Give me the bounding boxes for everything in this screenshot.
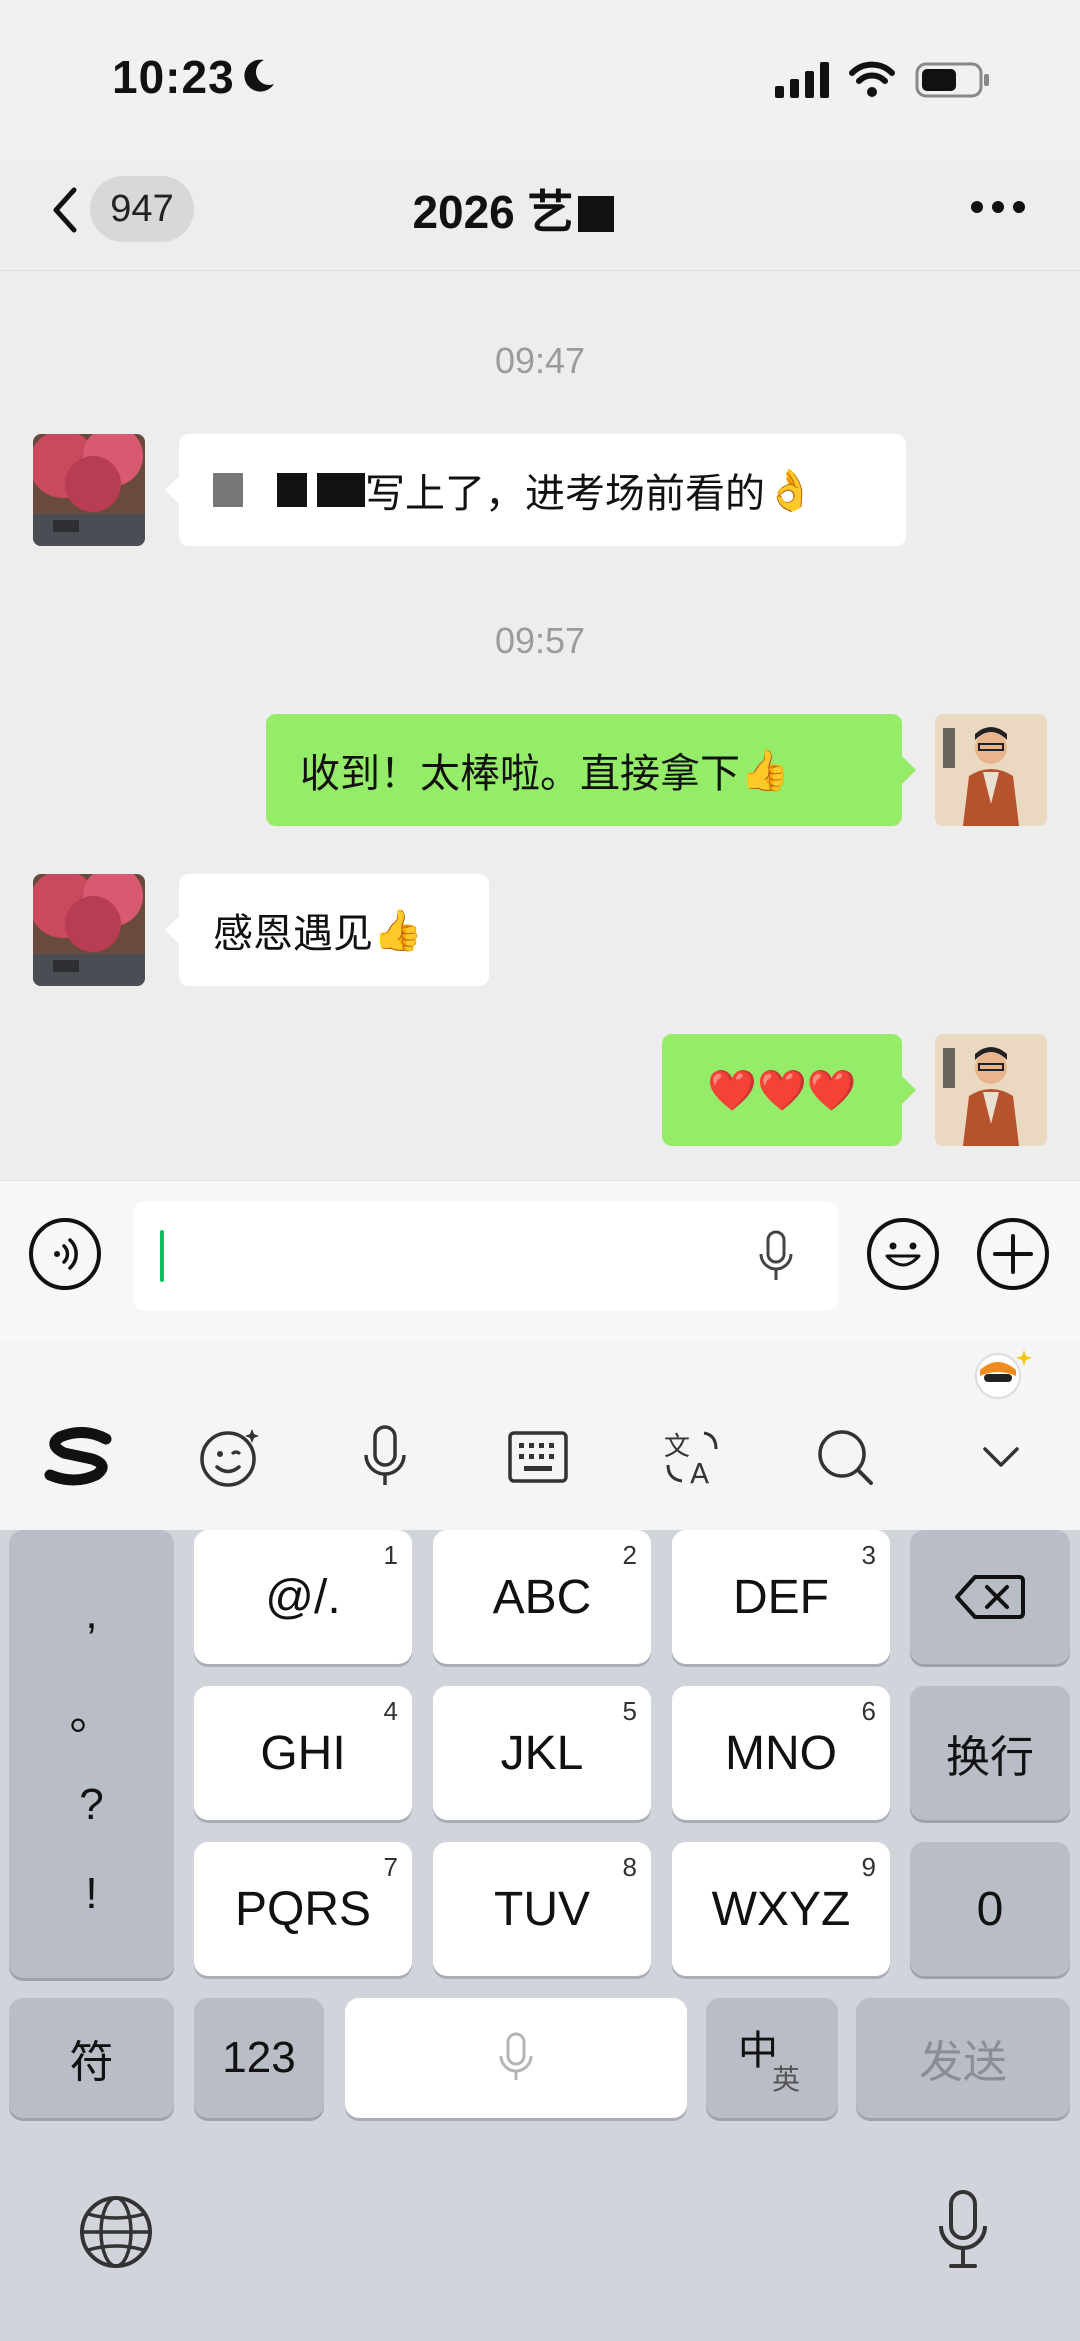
chat-title: 2026 艺 xyxy=(0,176,1080,242)
voice-input-icon[interactable] xyxy=(350,1422,420,1492)
ok-hand-emoji: 👌 xyxy=(765,468,815,513)
key-number: 1 xyxy=(383,1540,398,1570)
key-9[interactable]: WXYZ 9 xyxy=(672,1842,890,1976)
send-key[interactable]: 发送 xyxy=(856,1998,1070,2118)
svg-text:A: A xyxy=(690,1457,709,1489)
hearts-emoji: ❤️❤️❤️ xyxy=(707,1068,857,1113)
key-2[interactable]: ABC 2 xyxy=(433,1530,651,1664)
bubble-tail xyxy=(902,756,916,784)
key-7[interactable]: PQRS 7 xyxy=(194,1842,412,1976)
message-bubble-incoming[interactable]: 感恩遇见 👍 xyxy=(179,874,489,986)
key-number: 8 xyxy=(622,1852,637,1882)
punct-key-comma[interactable]: , xyxy=(85,1589,97,1639)
key-label: @/. xyxy=(265,1570,341,1624)
punct-key-exclaim[interactable]: ! xyxy=(85,1869,97,1919)
key-number: 6 xyxy=(861,1696,876,1726)
text-caret xyxy=(160,1230,164,1282)
numbers-key[interactable]: 123 xyxy=(194,1998,324,2118)
key-4[interactable]: GHI 4 xyxy=(194,1686,412,1820)
contact-avatar[interactable] xyxy=(33,434,145,546)
focus-moon-icon xyxy=(238,56,278,106)
key-number: 4 xyxy=(383,1696,398,1726)
key-label: DEF xyxy=(733,1570,829,1624)
key-label: JKL xyxy=(500,1726,584,1780)
contact-avatar[interactable] xyxy=(33,874,145,986)
redaction-block xyxy=(317,473,365,507)
key-3[interactable]: DEF 3 xyxy=(672,1530,890,1664)
translate-icon[interactable]: 文 A xyxy=(657,1422,727,1492)
thumbs-up-emoji: 👍 xyxy=(740,748,790,793)
message-bubble-incoming[interactable]: 写上了，进考场前看的 👌 xyxy=(179,434,906,546)
add-attachment-icon[interactable] xyxy=(977,1218,1049,1290)
message-timestamp: 09:57 xyxy=(494,620,586,661)
key-1[interactable]: @/. 1 xyxy=(194,1530,412,1664)
bubble-tail xyxy=(902,1076,916,1104)
collapse-keyboard-chevron-icon[interactable] xyxy=(966,1422,1036,1492)
message-bubble-outgoing[interactable]: 收到！太棒啦。直接拿下 👍 xyxy=(266,714,902,826)
status-time: 10:23 xyxy=(112,51,235,103)
language-switch-key[interactable]: 中 英 xyxy=(706,1998,838,2118)
newline-key[interactable]: 换行 xyxy=(910,1686,1070,1820)
punct-key-period[interactable]: 。 xyxy=(70,1678,114,1742)
key-6[interactable]: MNO 6 xyxy=(672,1686,890,1820)
space-key[interactable] xyxy=(345,1998,687,2118)
redaction-block xyxy=(577,196,614,232)
globe-icon[interactable] xyxy=(78,2194,154,2275)
lang-sub-label: 英 xyxy=(772,2064,801,2095)
backspace-key[interactable] xyxy=(910,1530,1070,1664)
key-label: ABC xyxy=(492,1570,592,1624)
assistant-mascot-icon[interactable] xyxy=(970,1346,1034,1407)
bubble-tail xyxy=(165,916,179,944)
self-avatar[interactable] xyxy=(935,1034,1047,1146)
sogou-logo-icon[interactable] xyxy=(40,1422,120,1492)
message-timestamp: 09:47 xyxy=(494,340,586,381)
key-label: TUV xyxy=(494,1882,590,1936)
cellular-signal-icon xyxy=(775,62,831,103)
emoji-face-icon[interactable] xyxy=(195,1422,265,1492)
symbols-key[interactable]: 符 xyxy=(9,1998,174,2118)
punct-key-question[interactable]: ? xyxy=(79,1780,103,1830)
message-bubble-outgoing[interactable]: ❤️❤️❤️ xyxy=(662,1034,902,1146)
key-5[interactable]: JKL 5 xyxy=(433,1686,651,1820)
key-number: 7 xyxy=(383,1852,398,1882)
dictation-mic-icon[interactable] xyxy=(935,2188,991,2277)
key-8[interactable]: TUV 8 xyxy=(433,1842,651,1976)
key-number: 3 xyxy=(861,1540,876,1570)
battery-icon xyxy=(915,60,991,105)
key-number: 2 xyxy=(622,1540,637,1570)
search-icon[interactable] xyxy=(810,1422,880,1492)
key-label: MNO xyxy=(725,1726,837,1780)
thumbs-up-emoji: 👍 xyxy=(373,908,423,953)
key-label: GHI xyxy=(260,1726,346,1780)
key-number: 5 xyxy=(622,1696,637,1726)
space-mic-icon xyxy=(499,2032,533,2080)
zero-key[interactable]: 0 xyxy=(910,1842,1070,1976)
keyboard-layout-icon[interactable] xyxy=(503,1422,573,1492)
voice-mode-icon[interactable] xyxy=(29,1218,101,1290)
message-text: 感恩遇见 xyxy=(213,912,373,956)
svg-text:文: 文 xyxy=(664,1432,690,1462)
emoji-picker-icon[interactable] xyxy=(867,1218,939,1290)
voice-input-mic-icon[interactable] xyxy=(756,1228,796,1291)
wifi-icon xyxy=(848,60,896,103)
message-text: 收到！太棒啦。直接拿下 xyxy=(300,752,740,796)
redaction-block xyxy=(213,473,243,507)
redaction-block xyxy=(277,473,307,507)
key-label: WXYZ xyxy=(711,1882,851,1936)
backspace-icon xyxy=(955,1575,1025,1619)
key-label: PQRS xyxy=(234,1882,372,1936)
punctuation-column[interactable]: , 。 ? ! xyxy=(9,1530,174,1978)
chat-title-text: 2026 艺 xyxy=(412,186,574,238)
message-text: 写上了，进考场前看的 xyxy=(365,472,765,516)
key-number: 9 xyxy=(861,1852,876,1882)
more-options-icon[interactable] xyxy=(970,200,1026,214)
bubble-tail xyxy=(165,476,179,504)
message-input[interactable] xyxy=(133,1202,838,1310)
self-avatar[interactable] xyxy=(935,714,1047,826)
